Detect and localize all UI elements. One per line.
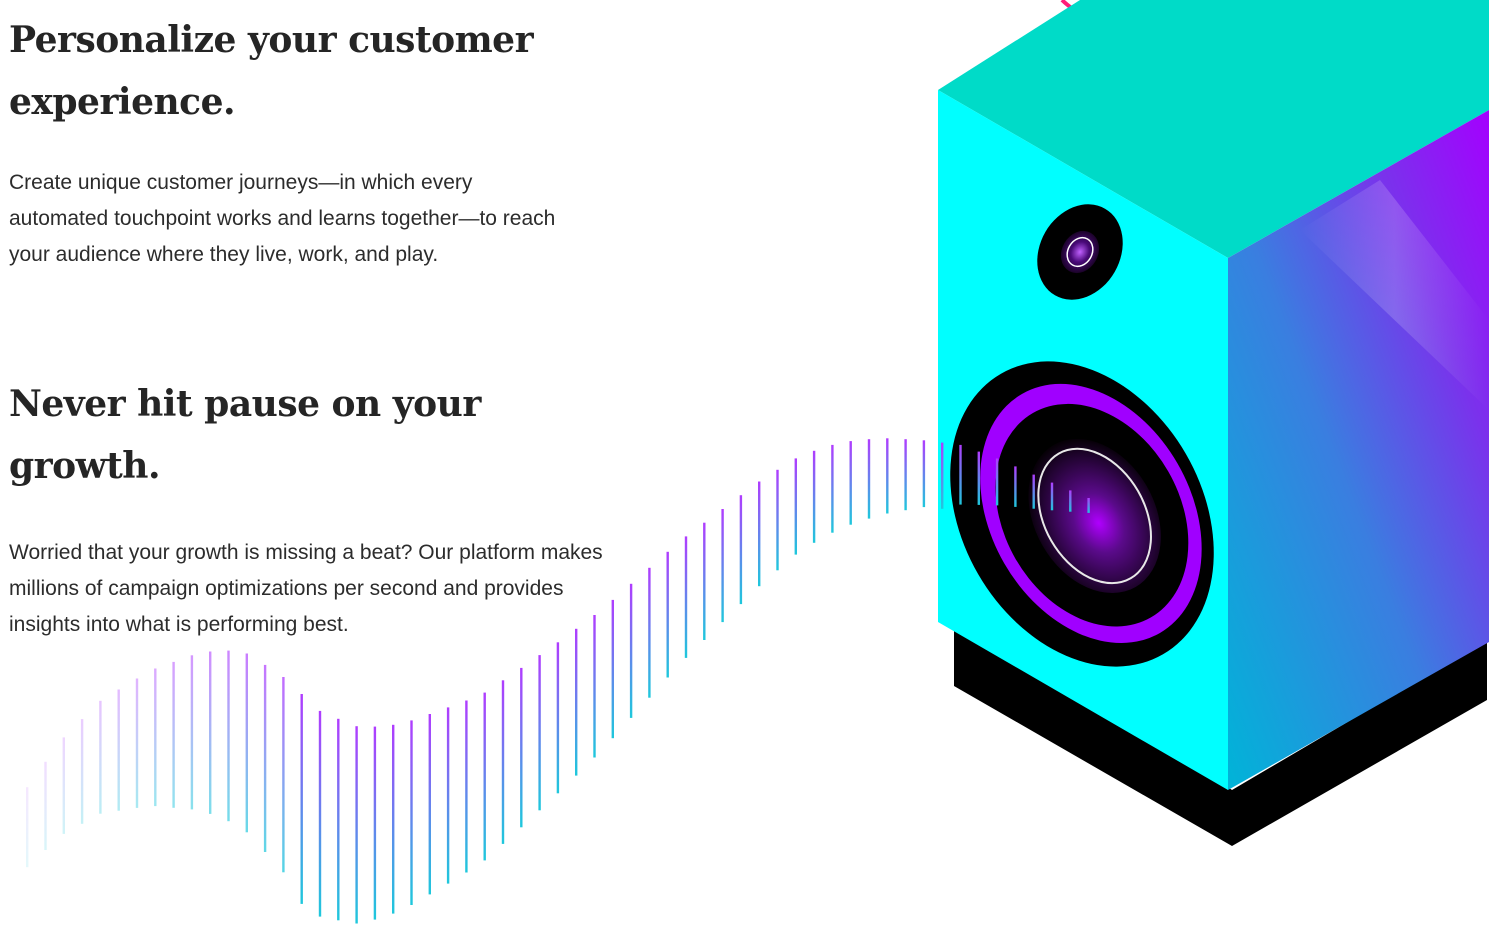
soundwave-bar [373,726,377,920]
soundwave-bar [80,719,84,824]
soundwave-bar [282,677,285,873]
soundwave-bar [1069,490,1072,512]
growth-section: Never hit pause on your growth. Worried … [9,373,609,643]
soundwave-bar [904,439,907,511]
soundwave-bar [318,710,322,917]
soundwave-bar [794,458,797,555]
soundwave-bar [62,737,65,834]
soundwave-bar [575,628,578,776]
soundwave-bar [44,761,47,850]
soundwave-bar [465,700,468,873]
soundwave-bar [355,726,358,924]
soundwave-bar [99,700,102,814]
soundwave-bar [337,718,340,921]
soundwave-bar [941,442,944,509]
soundwave-bar [227,650,230,822]
soundwave-bar [172,661,175,808]
soundwave-bar [831,444,834,533]
soundwave-bar [739,495,743,605]
soundwave-bar [666,551,669,678]
soundwave-bar [721,509,724,623]
soundwave-bar [410,720,413,905]
soundwave-bar [886,438,889,514]
soundwave-bar [154,668,157,807]
soundwave-bar [703,522,706,640]
soundwave-bar [1050,482,1054,511]
soundwave-bar [812,450,816,543]
soundwave-bar [263,664,267,852]
soundwave-bar [922,440,926,508]
soundwave-bar [1087,498,1090,513]
soundwave-bar [209,651,212,814]
soundwave-bar [629,583,633,718]
soundwave-bar [684,536,688,658]
soundwave-bar [556,642,560,794]
soundwave-bar [26,787,29,868]
soundwave-bar [245,653,248,833]
growth-body: Worried that your growth is missing a be… [9,541,603,636]
personalize-section: Personalize your customer experience. Cr… [9,9,609,273]
soundwave-bar [648,567,651,698]
soundwave-bar [1032,474,1035,509]
soundwave-bar [758,481,761,587]
soundwave-bar [867,439,871,519]
soundwave-bar [977,451,980,505]
soundwave-bar [849,441,852,525]
soundwave-bar [190,655,194,810]
soundwave-bar [392,724,395,914]
soundwave-bar [428,714,431,895]
soundwave-bar [538,655,541,811]
growth-heading: Never hit pause on your growth. [9,383,481,487]
soundwave-bar [1014,466,1017,507]
soundwave-bar [483,692,486,861]
soundwave-bar [520,667,523,828]
soundwave-bar [611,599,614,739]
personalize-body: Create unique customer journeys—in which… [9,171,556,266]
soundwave-bar [117,689,120,811]
soundwave-bar [995,458,999,506]
personalize-heading: Personalize your customer experience. [9,19,534,123]
soundwave-bar [959,444,962,505]
soundwave-bar [446,707,450,884]
soundwave-bar [776,469,779,571]
soundwave-bar [300,694,303,904]
soundwave-bar [501,680,505,844]
soundwave-bar [135,678,139,808]
